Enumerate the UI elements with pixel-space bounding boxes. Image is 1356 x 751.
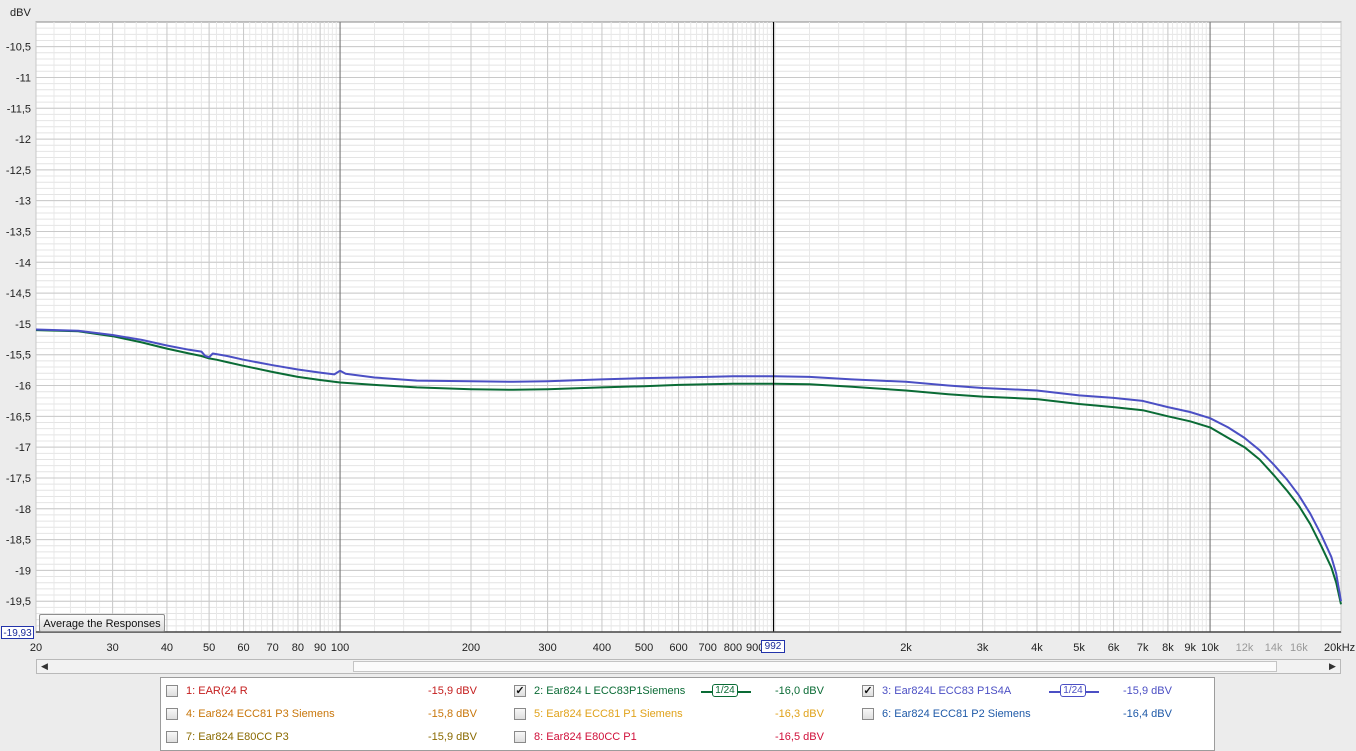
- x-tick-label: 500: [635, 642, 653, 654]
- legend-value-4: -15,8 dBV: [428, 708, 477, 720]
- x-tick-label: 10k: [1201, 642, 1219, 654]
- legend-value-2: -16,0 dBV: [775, 685, 824, 697]
- legend-label-1: 1: EAR(24 R: [186, 685, 248, 697]
- legend-value-1: -15,9 dBV: [428, 685, 477, 697]
- x-tick-label: 40: [161, 642, 173, 654]
- legend-label-7: 7: Ear824 E80CC P3: [186, 731, 289, 743]
- plot-area[interactable]: [35, 21, 1342, 633]
- x-tick-label: 8k: [1162, 642, 1174, 654]
- smoothing-label-2: 1/24: [712, 684, 738, 697]
- checkbox-7[interactable]: [166, 731, 178, 743]
- legend-item-6[interactable]: 6: Ear824 ECC81 P2 Siemens -16,4 dBV: [862, 705, 1202, 725]
- legend-item-2[interactable]: ✓ 2: Ear824 L ECC83P1Siemens 1/24 -16,0 …: [514, 682, 854, 702]
- x-tick-label: 9k: [1184, 642, 1196, 654]
- legend-item-8[interactable]: 8: Ear824 E80CC P1 -16,5 dBV: [514, 728, 854, 748]
- legend-label-4: 4: Ear824 ECC81 P3 Siemens: [186, 708, 335, 720]
- legend-item-1[interactable]: 1: EAR(24 R -15,9 dBV: [166, 682, 506, 702]
- x-tick-label: 20kHz: [1324, 642, 1355, 654]
- cursor-y-readout: -19,93: [1, 626, 34, 639]
- x-tick-label: 400: [593, 642, 611, 654]
- x-tick-label: 3k: [977, 642, 989, 654]
- y-tick-label: -13: [15, 196, 31, 208]
- x-tick-labels: 20 30 40 50 60 70 80 90 100 200 300 400 500 600 700 800…: [30, 642, 1355, 654]
- smoothing-label-3: 1/24: [1060, 684, 1086, 697]
- y-tick-label: -15,5: [6, 350, 31, 362]
- legend-value-8: -16,5 dBV: [775, 731, 824, 743]
- average-responses-button[interactable]: Average the Responses: [39, 614, 165, 632]
- legend-value-7: -15,9 dBV: [428, 731, 477, 743]
- x-tick-label: 600: [669, 642, 687, 654]
- legend-item-3[interactable]: ✓ 3: Ear824L ECC83 P1S4A 1/24 -15,9 dBV: [862, 682, 1202, 702]
- x-tick-label: 200: [462, 642, 480, 654]
- checkbox-4[interactable]: [166, 708, 178, 720]
- smoothing-indicator-2[interactable]: 1/24: [701, 683, 751, 699]
- checkbox-8[interactable]: [514, 731, 526, 743]
- legend-value-5: -16,3 dBV: [775, 708, 824, 720]
- legend-value-3: -15,9 dBV: [1123, 685, 1172, 697]
- x-tick-label: 800: [724, 642, 742, 654]
- x-tick-label: 14k: [1265, 642, 1283, 654]
- y-tick-label: -12,5: [6, 165, 31, 177]
- scroll-thumb[interactable]: [353, 661, 1277, 672]
- y-tick-label: -12: [15, 134, 31, 146]
- x-tick-label: 7k: [1137, 642, 1149, 654]
- y-tick-label: -19: [15, 565, 31, 577]
- y-tick-label: -15: [15, 319, 31, 331]
- x-tick-label: 100: [331, 642, 349, 654]
- scroll-left-arrow-icon[interactable]: ◀: [37, 660, 52, 673]
- x-tick-label: 20: [30, 642, 42, 654]
- x-tick-label: 5k: [1073, 642, 1085, 654]
- legend-label-8: 8: Ear824 E80CC P1: [534, 731, 637, 743]
- horizontal-scrollbar[interactable]: ◀ ▶: [36, 659, 1341, 674]
- y-axis-label: dBV: [10, 7, 31, 19]
- checkbox-3[interactable]: ✓: [862, 685, 874, 697]
- legend-value-6: -16,4 dBV: [1123, 708, 1172, 720]
- legend-label-6: 6: Ear824 ECC81 P2 Siemens: [882, 708, 1031, 720]
- frequency-response-chart[interactable]: dBV -10,5 -11 -11,5 -12 -12,5 -13 -13,5 -14 -14,…: [0, 0, 1356, 660]
- y-tick-label: -14: [15, 257, 31, 269]
- legend-label-2: 2: Ear824 L ECC83P1Siemens: [534, 685, 686, 697]
- y-tick-label: -18,5: [6, 535, 31, 547]
- x-tick-label: 50: [203, 642, 215, 654]
- y-tick-labels: -10,5 -11 -11,5 -12 -12,5 -13 -13,5 -14 -14,5 -15…: [6, 42, 31, 609]
- checkbox-6[interactable]: [862, 708, 874, 720]
- x-tick-label: 70: [267, 642, 279, 654]
- smoothing-indicator-3[interactable]: 1/24: [1049, 683, 1099, 699]
- x-tick-label: 30: [106, 642, 118, 654]
- measurement-legend: 1: EAR(24 R -15,9 dBV ✓ 2: Ear824 L ECC8…: [160, 677, 1215, 751]
- legend-item-5[interactable]: 5: Ear824 ECC81 P1 Siemens -16,3 dBV: [514, 705, 854, 725]
- x-tick-label: 80: [292, 642, 304, 654]
- legend-label-5: 5: Ear824 ECC81 P1 Siemens: [534, 708, 683, 720]
- y-tick-label: -17: [15, 442, 31, 454]
- y-tick-label: -17,5: [6, 473, 31, 485]
- y-tick-label: -16,5: [6, 411, 31, 423]
- scroll-right-arrow-icon[interactable]: ▶: [1325, 660, 1340, 673]
- cursor-x-readout: 992: [761, 640, 785, 653]
- legend-label-3: 3: Ear824L ECC83 P1S4A: [882, 685, 1012, 697]
- y-tick-label: -19,5: [6, 596, 31, 608]
- checkbox-5[interactable]: [514, 708, 526, 720]
- x-tick-label: 90: [314, 642, 326, 654]
- y-tick-label: -11: [16, 72, 31, 84]
- legend-item-7[interactable]: 7: Ear824 E80CC P3 -15,9 dBV: [166, 728, 506, 748]
- x-tick-label: 6k: [1108, 642, 1120, 654]
- y-tick-label: -18: [15, 504, 31, 516]
- checkbox-1[interactable]: [166, 685, 178, 697]
- y-tick-label: -16: [15, 381, 31, 393]
- checkbox-2[interactable]: ✓: [514, 685, 526, 697]
- x-tick-label: 4k: [1031, 642, 1043, 654]
- x-tick-label: 300: [538, 642, 556, 654]
- y-tick-label: -10,5: [6, 42, 31, 54]
- y-tick-label: -14,5: [6, 288, 31, 300]
- x-tick-label: 2k: [900, 642, 912, 654]
- x-tick-label: 16k: [1290, 642, 1308, 654]
- y-tick-label: -13,5: [6, 226, 31, 238]
- x-tick-label: 700: [698, 642, 716, 654]
- legend-item-4[interactable]: 4: Ear824 ECC81 P3 Siemens -15,8 dBV: [166, 705, 506, 725]
- x-tick-label: 12k: [1236, 642, 1254, 654]
- y-tick-label: -11,5: [7, 103, 31, 115]
- x-tick-label: 60: [237, 642, 249, 654]
